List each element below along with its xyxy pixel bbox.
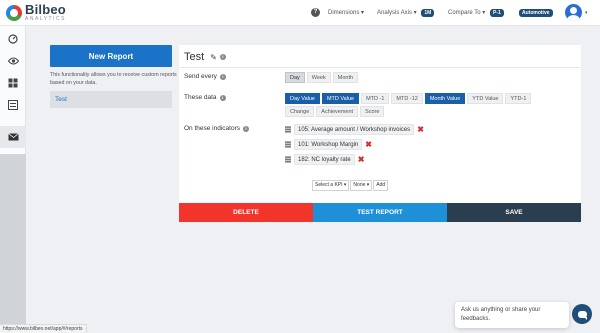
data-option-toggle[interactable]: YTD Value: [467, 93, 504, 104]
add-indicator-button[interactable]: Add: [373, 180, 389, 191]
analysis-axis-label: Analysis Axis ▾: [377, 10, 417, 16]
save-button[interactable]: SAVE: [447, 203, 581, 222]
status-url: https://www.bilbeo.net/app/#/reports: [0, 324, 87, 333]
logo-name: Bilbeo: [25, 2, 66, 17]
eye-icon: [7, 57, 19, 65]
info-icon: i: [219, 73, 226, 80]
send-every-label-row: Send every i: [184, 73, 226, 80]
remove-x-icon[interactable]: ✖: [365, 140, 372, 149]
data-option-toggle[interactable]: MTD Value: [321, 93, 360, 104]
send-every-week[interactable]: Week: [306, 72, 331, 83]
analysis-axis-dropdown[interactable]: Analysis Axis ▾ 1M: [377, 9, 435, 17]
these-data-label: These data: [184, 94, 217, 101]
indicator-row: 182: NC loyalty rate ✖: [285, 154, 364, 165]
indicators-label: On these indicators: [184, 125, 241, 132]
indicator-pill: 182: NC loyalty rate: [294, 154, 355, 165]
sidebar-item-grid[interactable]: [0, 72, 26, 94]
sidebar-item-view[interactable]: [0, 50, 26, 72]
select-kpi-dropdown[interactable]: Select a KPI ▾: [312, 180, 350, 191]
drag-handle-icon[interactable]: [285, 126, 291, 133]
data-option-toggle[interactable]: Achievement: [316, 106, 359, 117]
test-report-button[interactable]: TEST REPORT: [313, 203, 447, 222]
data-option-toggle[interactable]: Day Value: [285, 93, 320, 104]
compare-to-badge: P-1: [489, 9, 504, 17]
these-data-label-row: These data i: [184, 94, 226, 101]
indicator-pill: 105: Average amount / Workshop invoices: [294, 124, 415, 135]
data-option-toggle[interactable]: YTD-1: [505, 93, 532, 104]
edit-pencil-icon[interactable]: ✎: [210, 53, 217, 62]
info-icon: i: [219, 54, 226, 60]
remove-x-icon[interactable]: ✖: [417, 125, 424, 134]
send-every-month[interactable]: Month: [332, 72, 359, 83]
new-report-button[interactable]: New Report: [50, 45, 172, 67]
compare-to-label: Compare To ▾: [448, 10, 486, 16]
send-every-day[interactable]: Day: [285, 72, 305, 83]
dimensions-dropdown[interactable]: Dimensions ▾: [328, 9, 364, 16]
add-indicator-row: Select a KPI ▾ None ▾ Add: [312, 180, 389, 191]
report-editor-card: Test ✎ i Send every i Day Week Month The…: [179, 45, 581, 222]
sidebar-item-dashboard[interactable]: [0, 28, 26, 50]
top-navigation-bar: Bilbeo ANALYTICS ? Dimensions ▾ Analysis…: [0, 0, 600, 26]
help-icon[interactable]: ?: [311, 8, 320, 17]
logo-subtitle: ANALYTICS: [25, 16, 66, 22]
report-title: Test: [184, 51, 205, 63]
automotive-badge: Automotive: [519, 9, 553, 17]
envelope-icon: [7, 133, 19, 141]
sidebar-item-reports[interactable]: [0, 126, 26, 148]
drag-handle-icon[interactable]: [285, 156, 291, 163]
compare-to-dropdown[interactable]: Compare To ▾ P-1: [448, 9, 504, 17]
data-option-toggle[interactable]: MTD -12: [391, 93, 423, 104]
list-icon: [8, 100, 18, 110]
these-data-group: Day Value MTD Value MTD -1 MTD -12 Month Val…: [285, 93, 550, 117]
sidebar-lower-area: [0, 154, 26, 333]
automotive-selector[interactable]: Automotive: [519, 9, 553, 17]
grid-icon: [8, 78, 18, 88]
data-option-toggle[interactable]: MTD -1: [361, 93, 390, 104]
divider: [179, 67, 581, 68]
left-sidebar: [0, 26, 26, 333]
indicator-row: 101: Workshop Margin ✖: [285, 139, 372, 150]
report-list-item[interactable]: Test: [50, 91, 172, 108]
data-option-toggle[interactable]: Score: [360, 106, 385, 117]
bilbeo-logo[interactable]: Bilbeo ANALYTICS: [6, 3, 66, 22]
remove-x-icon[interactable]: ✖: [358, 155, 365, 164]
indicator-row: 105: Average amount / Workshop invoices …: [285, 124, 424, 135]
indicator-pill: 101: Workshop Margin: [294, 139, 363, 150]
reports-info-text: This functionality allows you to receive…: [50, 72, 177, 86]
indicators-label-row: On these indicators i: [184, 125, 250, 132]
chat-bubble-icon: [577, 310, 587, 320]
drag-handle-icon[interactable]: [285, 141, 291, 148]
user-menu-caret[interactable]: ▾: [585, 10, 588, 16]
dashboard-gauge-icon: [8, 34, 18, 44]
analysis-axis-badge: 1M: [421, 9, 435, 17]
bilbeo-logo-icon: [6, 4, 22, 21]
sidebar-item-list[interactable]: [0, 94, 26, 116]
user-avatar[interactable]: [565, 4, 582, 21]
send-every-label: Send every: [184, 73, 217, 80]
select-none-dropdown[interactable]: None ▾: [350, 180, 373, 191]
data-option-toggle[interactable]: Change: [285, 106, 315, 117]
data-option-toggle[interactable]: Month Value: [424, 93, 466, 104]
info-icon: i: [243, 125, 250, 132]
chat-button[interactable]: [572, 304, 592, 324]
info-icon: i: [219, 94, 226, 101]
send-every-group: Day Week Month: [285, 72, 550, 83]
delete-button[interactable]: DELETE: [179, 203, 313, 222]
chat-prompt[interactable]: Ask us anything or share your feedbacks.: [455, 302, 569, 328]
